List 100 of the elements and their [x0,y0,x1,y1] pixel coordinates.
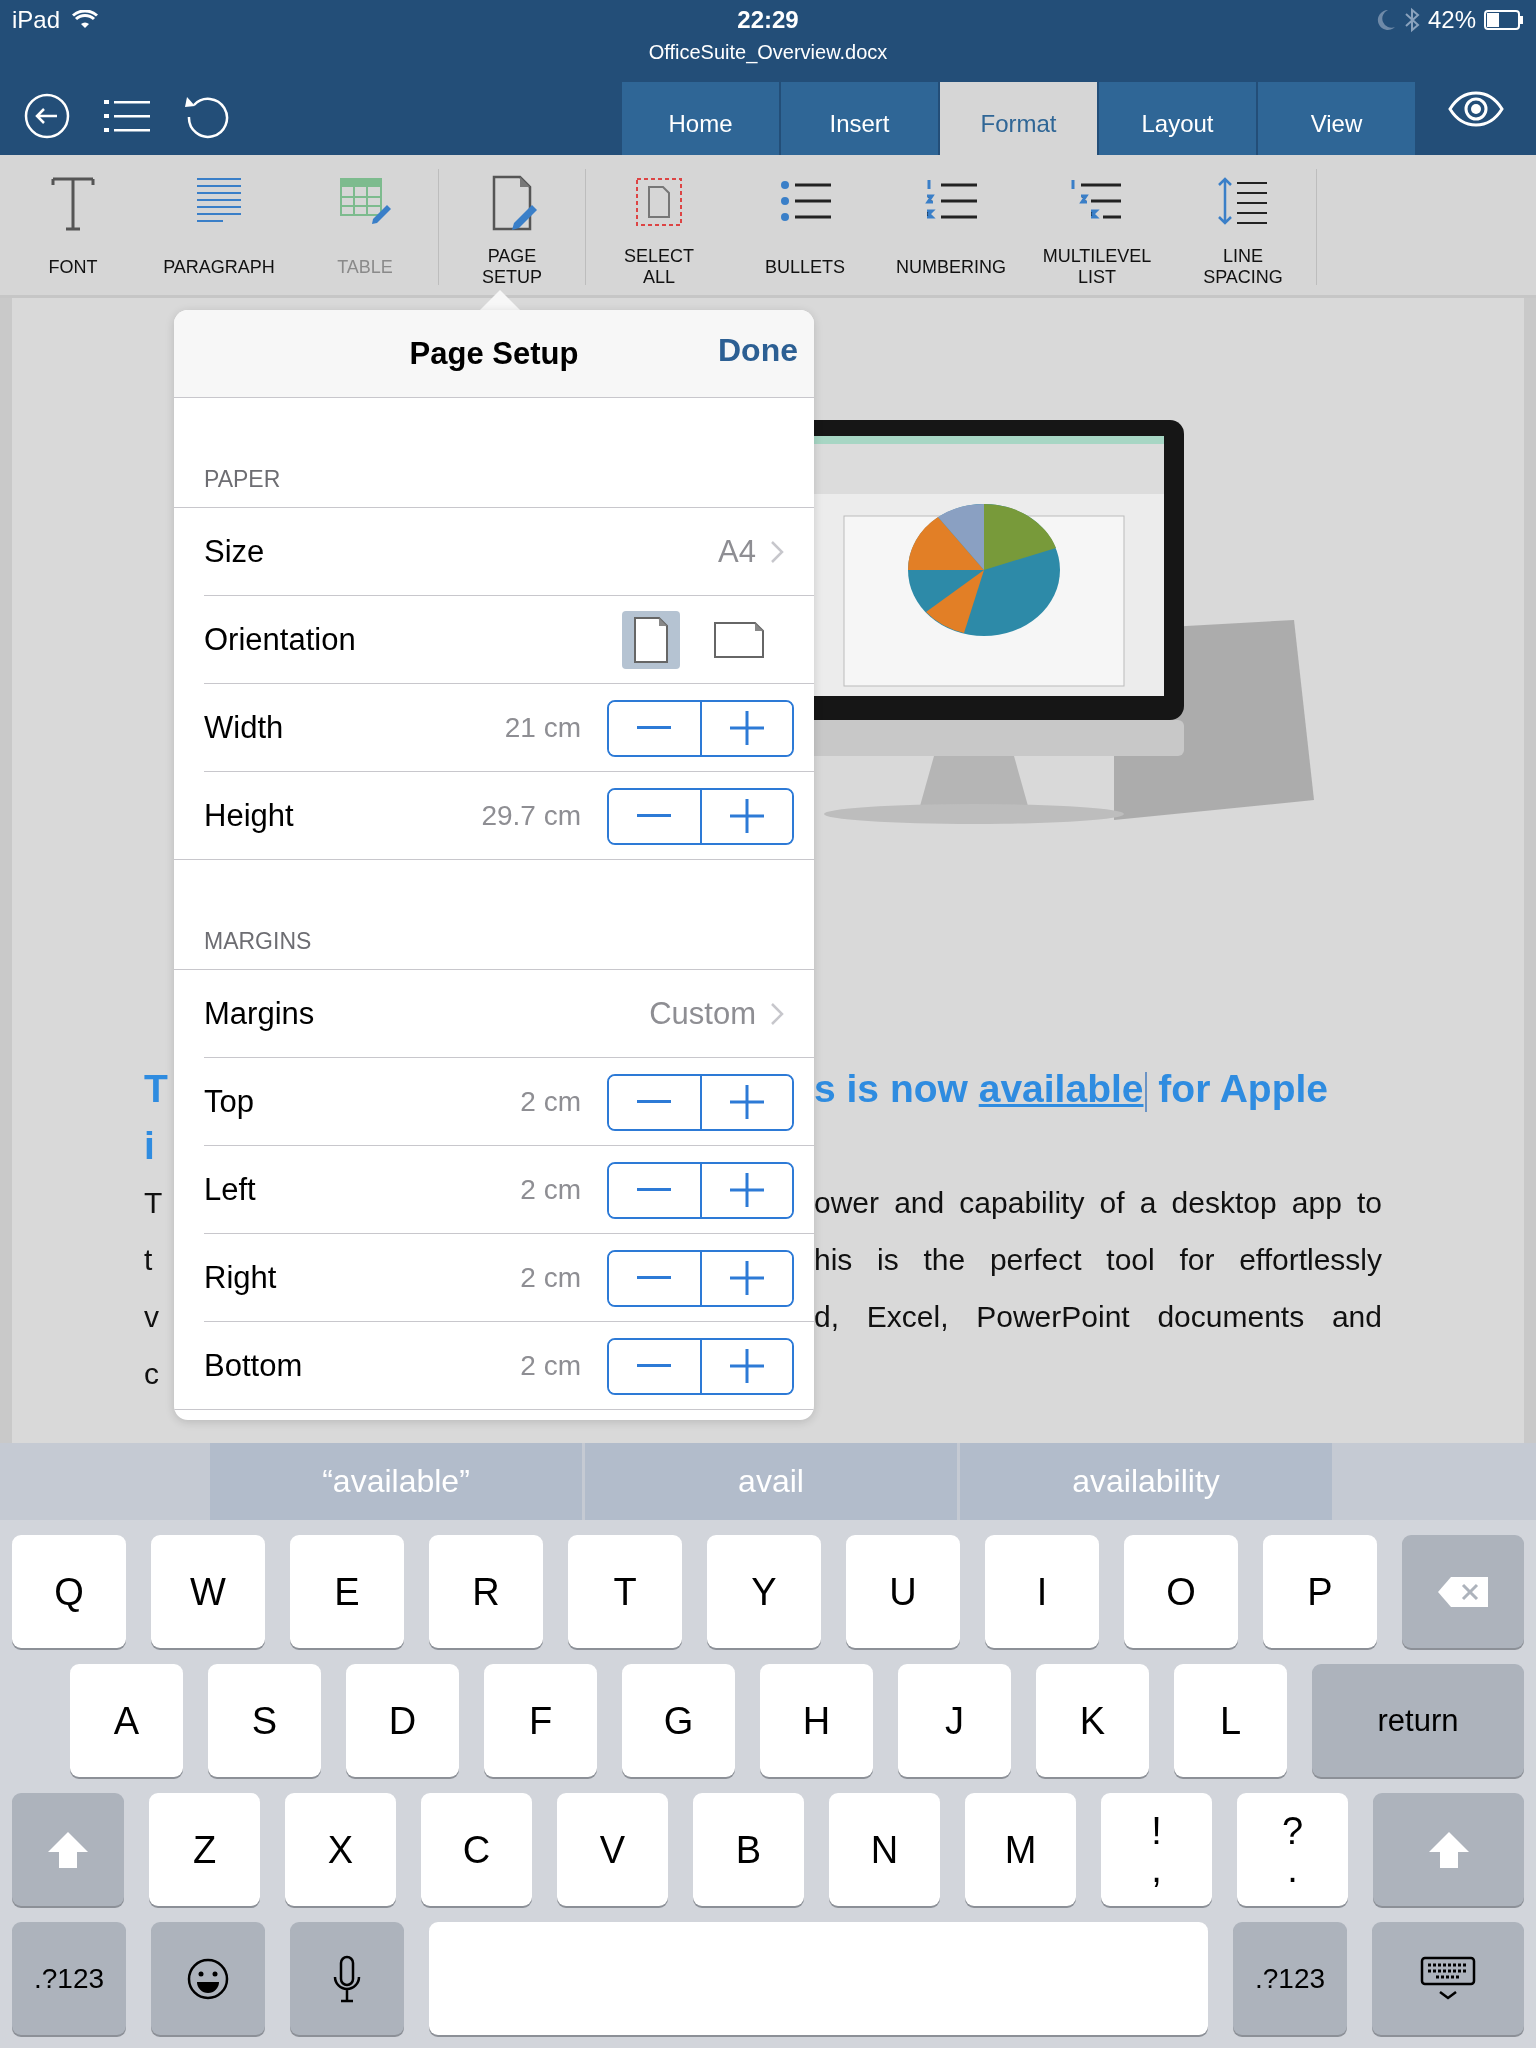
back-icon[interactable] [24,93,70,139]
status-time: 22:29 [737,6,799,34]
text-cursor [1145,1071,1148,1112]
stepper[interactable] [607,1249,794,1307]
setting-label: Right [204,1260,278,1296]
keyboard-key[interactable]: Q [12,1535,126,1648]
plus-icon [729,1173,764,1207]
minus-button[interactable] [609,789,702,843]
keyboard-key[interactable]: K [1036,1664,1149,1777]
keyboard-key[interactable]: G [622,1664,735,1777]
bluetooth-icon [1403,7,1420,33]
setting-value: 29.7 cm [481,800,581,832]
keyboard-key[interactable]: C [421,1793,532,1906]
tab[interactable]: Layout [1099,82,1256,155]
keyboard-key[interactable]: W [151,1535,265,1648]
toolbar-button[interactable]: BULLETS [732,155,878,295]
toolbar-button[interactable]: PARAGRAPH [146,155,292,295]
keyboard-key[interactable]: E [290,1535,404,1648]
keyboard-key[interactable]: T [568,1535,682,1648]
wifi-icon [72,10,99,30]
section-header: MARGINS [174,860,814,970]
keyboard-key[interactable]: V [557,1793,668,1906]
heading-text: s is now available for Apple [814,1067,1329,1110]
keyboard-key[interactable]: U [846,1535,960,1648]
tab[interactable]: Insert [781,82,938,155]
setting-label: Margins [204,996,316,1032]
keyboard-key[interactable]: X [285,1793,396,1906]
keyboard-key[interactable]: O [1124,1535,1238,1648]
toolbar-button[interactable]: SELECT ALL [586,155,732,295]
toolbar-button[interactable]: MULTILEVEL LIST [1024,155,1170,295]
heading-text: T [144,1067,168,1110]
keyboard-key[interactable]: P [1263,1535,1377,1648]
keyboard-key[interactable]: L [1174,1664,1287,1777]
keyboard-key[interactable]: M [965,1793,1076,1906]
toolbar-button[interactable]: PAGE SETUP [439,155,585,295]
dictation-key[interactable] [290,1922,404,2035]
toolbar-button[interactable]: FONT [0,155,146,295]
stepper[interactable] [607,1073,794,1131]
tab[interactable]: Format [940,82,1097,155]
setting-value: 2 cm [520,1350,581,1382]
tab[interactable]: View [1258,82,1415,155]
numbers-key[interactable]: .?123 [12,1922,126,2035]
keyboard-key[interactable]: Y [707,1535,821,1648]
minus-button[interactable] [609,1251,702,1305]
setting-label: Height [204,798,295,834]
stepper[interactable] [607,1337,794,1395]
keyboard-key[interactable]: N [829,1793,940,1906]
stepper[interactable] [607,1161,794,1219]
setting-value: 2 cm [520,1086,581,1118]
heading-text: i [144,1124,155,1167]
carrier-name: iPad [12,6,61,34]
setting-label: Left [204,1172,257,1208]
minus-button[interactable] [609,1075,702,1129]
setting-value: 21 cm [504,712,581,744]
return-key[interactable]: return [1312,1664,1524,1777]
battery-percent: 42% [1427,6,1476,34]
list-icon[interactable] [104,98,150,134]
body-text: T [144,1186,163,1219]
tab[interactable]: Home [622,82,779,155]
popover-title: Page Setup [409,335,579,372]
keyboard-key[interactable]: H [760,1664,873,1777]
setting-label: Size [204,534,266,570]
keyboard-key[interactable]: F [484,1664,597,1777]
minus-button[interactable] [609,1163,702,1217]
done-button[interactable]: Done [718,332,798,369]
eye-icon[interactable] [1447,91,1504,127]
keyboard-key[interactable]: A [70,1664,183,1777]
stepper[interactable] [607,699,794,757]
keyboard-key[interactable]: D [346,1664,459,1777]
minus-icon [637,814,672,818]
stepper[interactable] [607,787,794,845]
minus-button[interactable] [609,701,702,755]
keyboard-key[interactable]: I [985,1535,1099,1648]
portrait-button[interactable] [622,611,680,669]
keyboard-key[interactable]: Z [149,1793,260,1906]
numbers-key[interactable]: .?123 [1233,1922,1347,2035]
keyboard-key[interactable]: ! , [1101,1793,1212,1906]
setting-label: Width [204,710,285,746]
keyboard-key[interactable]: J [898,1664,1011,1777]
section-header: PAPER [174,398,814,508]
minus-button[interactable] [609,1339,702,1393]
emoji-key[interactable] [151,1922,265,2035]
setting-value: A4 [718,534,756,570]
body-text: c [144,1357,159,1390]
keyboard-key[interactable]: ? . [1237,1793,1348,1906]
plus-icon [729,1261,764,1295]
toolbar-button[interactable]: NUMBERING [878,155,1024,295]
setting-label: Top [204,1084,255,1120]
minus-icon [637,726,672,730]
body-text: d, Excel, PowerPoint documents and [814,1299,1382,1335]
keyboard-key[interactable]: S [208,1664,321,1777]
smiley-icon [186,1956,230,2001]
shift-icon [46,1829,90,1870]
keyboard-key[interactable]: B [693,1793,804,1906]
hide-keyboard-key[interactable] [1372,1922,1524,2035]
keyboard-key[interactable]: R [429,1535,543,1648]
plus-icon [729,1349,764,1383]
setting-value: Custom [649,996,756,1032]
setting-value: 2 cm [520,1174,581,1206]
toolbar-button[interactable]: LINE SPACING [1170,155,1316,295]
